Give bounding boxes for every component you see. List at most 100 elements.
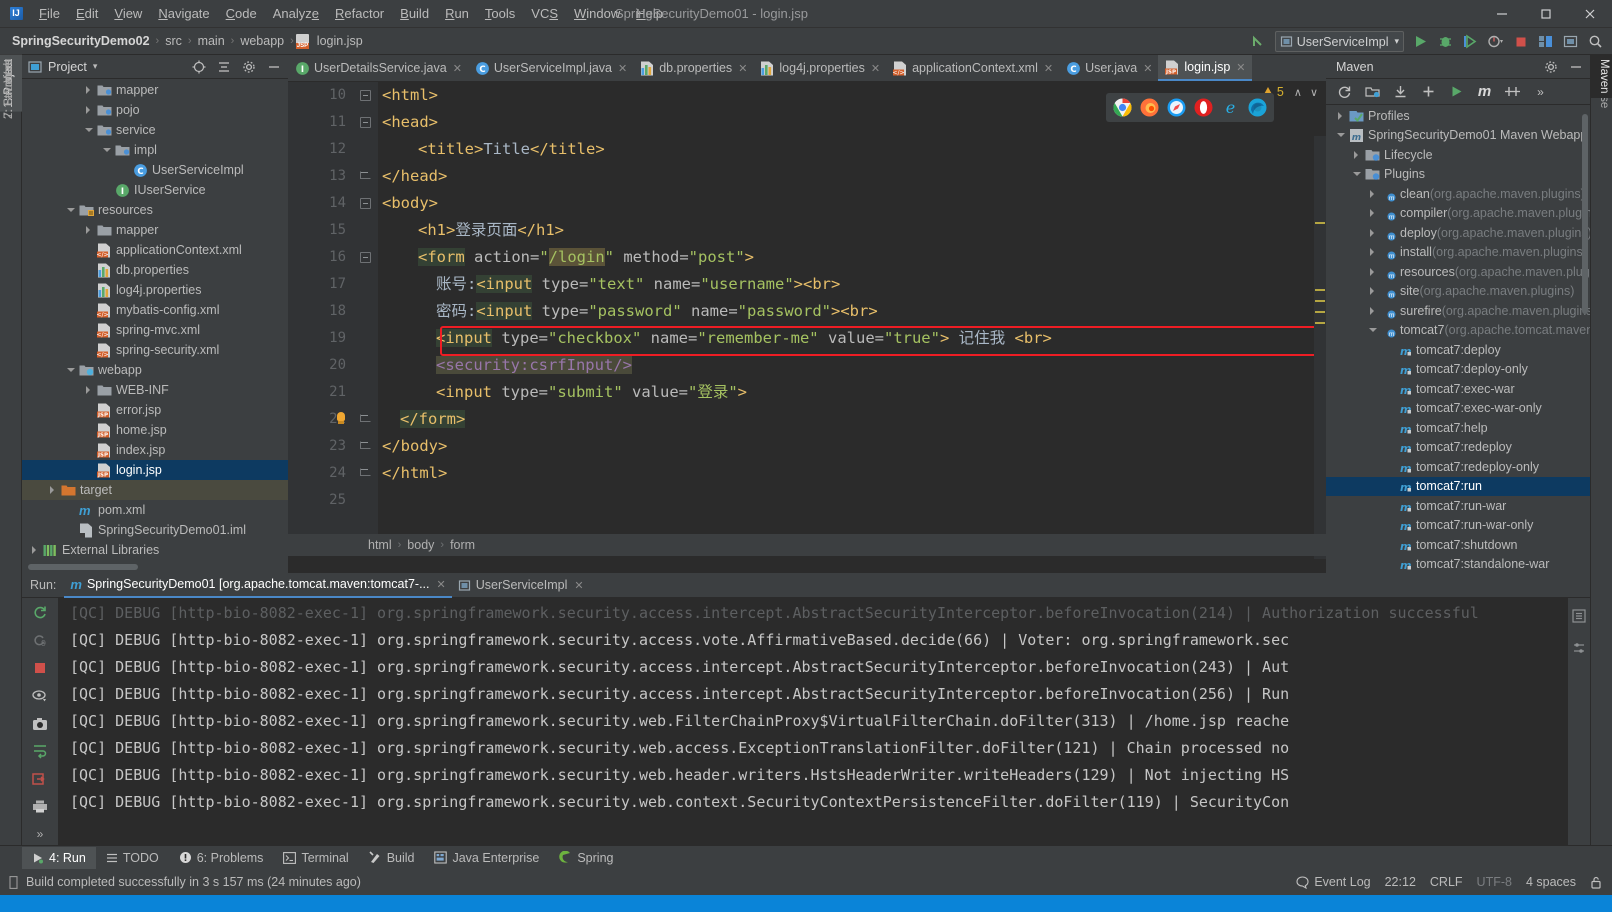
code-line[interactable]: <form action="/login" method="post"> — [378, 244, 1326, 271]
project-tree-item-log4j-properties[interactable]: log4j.properties — [22, 280, 288, 300]
error-stripe-marker-bar[interactable] — [1314, 136, 1326, 572]
editor-tab-login-jsp[interactable]: JSP login.jsp ✕ — [1158, 55, 1252, 81]
maven-tree-item-tomcat7-run-war-only[interactable]: m tomcat7:run-war-only — [1326, 516, 1590, 536]
project-tree-item-iuserservice[interactable]: I IUserService — [22, 180, 288, 200]
maven-tree-item-tomcat7-deploy[interactable]: m tomcat7:deploy — [1326, 340, 1590, 360]
filter-icon[interactable] — [28, 685, 52, 708]
file-encoding[interactable]: UTF-8 — [1477, 875, 1512, 889]
editor-tab-userdetailsservice-java[interactable]: I UserDetailsService.java ✕ — [288, 55, 468, 81]
project-tree-item-home-jsp[interactable]: JSP home.jsp — [22, 420, 288, 440]
editor-breadcrumb-form[interactable]: form — [450, 538, 475, 552]
project-tree-item-mybatis-config-xml[interactable]: </> mybatis-config.xml — [22, 300, 288, 320]
code-line[interactable]: </body> — [378, 433, 1326, 460]
code-editor[interactable]: 10 11 12 13 14 15 16 17 18 19 20 21 22 23 24 25 <html> <… — [288, 82, 1333, 572]
more-icon[interactable]: » — [28, 823, 52, 846]
minimize-button[interactable] — [1480, 0, 1524, 28]
maven-tree-item-profiles[interactable]: Profiles — [1326, 106, 1590, 126]
bottom-tab-build[interactable]: Build — [359, 847, 425, 869]
editor-breadcrumb-bar[interactable]: html › body › form — [288, 534, 1326, 556]
menu-item-vcs[interactable]: VCS — [523, 3, 566, 24]
stop-button[interactable] — [1508, 30, 1533, 53]
close-icon[interactable]: ✕ — [1044, 62, 1053, 75]
code-line[interactable]: <title>Title</title> — [378, 136, 1326, 163]
menu-item-run[interactable]: Run — [437, 3, 477, 24]
edge-icon[interactable] — [1248, 98, 1267, 117]
bottom-tab-terminal[interactable]: Terminal — [273, 847, 358, 869]
code-fold-toggle[interactable] — [360, 441, 371, 449]
maven-tree-item-tomcat7-exec-war-only[interactable]: m tomcat7:exec-war-only — [1326, 399, 1590, 419]
chevron-right-icon[interactable] — [84, 225, 95, 236]
maven-tree-item-tomcat7-standalone-war[interactable]: m tomcat7:standalone-war — [1326, 555, 1590, 574]
reimport-icon[interactable] — [1332, 80, 1357, 103]
code-fold-toggle[interactable] — [360, 252, 371, 263]
project-tree-item-pojo[interactable]: pojo — [22, 100, 288, 120]
project-tree-item-pom-xml[interactable]: m pom.xml — [22, 500, 288, 520]
menu-item-build[interactable]: Build — [392, 3, 437, 24]
maven-tree-item-deploy[interactable]: m deploy (org.apache.maven.plugins) — [1326, 223, 1590, 243]
code-fold-toggle[interactable] — [360, 414, 371, 422]
close-icon[interactable]: ✕ — [738, 62, 747, 75]
code-line[interactable]: 密码:<input type="password" name="password… — [378, 298, 1326, 325]
project-tree-item-mapper[interactable]: mapper — [22, 80, 288, 100]
code-line[interactable]: </html> — [378, 460, 1326, 487]
window-controls[interactable] — [1480, 0, 1612, 28]
menu-item-tools[interactable]: Tools — [477, 3, 523, 24]
menu-item-edit[interactable]: Edit — [68, 3, 106, 24]
close-icon[interactable]: ✕ — [574, 579, 583, 592]
run-tab-userserviceimpl[interactable]: UserServiceImpl ✕ — [452, 573, 590, 598]
intention-bulb-icon[interactable] — [334, 412, 348, 426]
code-fold-toggle[interactable] — [360, 117, 371, 128]
run-configuration-selector[interactable]: UserServiceImpl ▾ — [1274, 31, 1404, 52]
safari-icon[interactable] — [1167, 98, 1186, 117]
maven-tree-item-tomcat7-redeploy-only[interactable]: m tomcat7:redeploy-only — [1326, 457, 1590, 477]
code-line[interactable]: </form> — [378, 406, 1326, 433]
rerun-icon[interactable] — [28, 602, 52, 625]
screenshot-icon[interactable] — [28, 712, 52, 735]
menu-bar[interactable]: File Edit View Navigate Code Analyze Ref… — [31, 0, 671, 28]
run-tab-bar[interactable]: Run: m SpringSecurityDemo01 [org.apache.… — [22, 573, 1590, 598]
code-fold-toggle[interactable] — [360, 171, 371, 179]
chevron-down-icon[interactable] — [84, 125, 95, 136]
code-line[interactable] — [378, 487, 1326, 514]
project-horizontal-scrollbar[interactable] — [22, 560, 288, 573]
maven-tree-item-plugins[interactable]: Plugins — [1326, 165, 1590, 185]
soft-wrap-icon[interactable] — [28, 740, 52, 763]
profiler-button[interactable] — [1483, 30, 1508, 53]
editor-tab-user-java[interactable]: C User.java ✕ — [1059, 55, 1158, 81]
menu-item-code[interactable]: Code — [218, 3, 265, 24]
code-line[interactable]: <h1>登录页面</h1> — [378, 217, 1326, 244]
project-tree-item-mapper[interactable]: mapper — [22, 220, 288, 240]
close-icon[interactable]: ✕ — [1143, 62, 1152, 75]
indent-setting[interactable]: 4 spaces — [1526, 875, 1576, 889]
chevron-down-icon[interactable] — [1352, 169, 1363, 180]
project-tree-item-external-libraries[interactable]: External Libraries — [22, 540, 288, 559]
run-tab-springsecuritydemo01[interactable]: m SpringSecurityDemo01 [org.apache.tomca… — [64, 573, 452, 598]
code-line[interactable]: 账号:<input type="text" name="username"><b… — [378, 271, 1326, 298]
breadcrumb[interactable]: SpringSecurityDemo02 › src › main › weba… — [8, 33, 367, 49]
caret-position[interactable]: 22:12 — [1385, 875, 1416, 889]
project-tree-item-impl[interactable]: impl — [22, 140, 288, 160]
toggle-skip-tests-icon[interactable] — [1500, 80, 1525, 103]
bottom-tab-spring[interactable]: Spring — [549, 847, 623, 869]
previous-problem-icon[interactable]: ∧ — [1294, 86, 1302, 99]
browser-preview-toolbar[interactable]: e — [1106, 93, 1274, 122]
project-tree-item-userserviceimpl[interactable]: C UserServiceImpl — [22, 160, 288, 180]
editor-breadcrumb-body[interactable]: body — [407, 538, 434, 552]
maven-tree[interactable]: Profiles m SpringSecurityDemo01 Maven Weba… — [1326, 106, 1590, 573]
scroll-from-source-button[interactable] — [186, 55, 211, 78]
maven-vertical-scrollbar[interactable] — [1582, 114, 1588, 314]
code-line[interactable]: <input type="checkbox" name="remember-me… — [378, 325, 1326, 352]
close-icon[interactable]: ✕ — [453, 62, 462, 75]
close-icon[interactable]: ✕ — [871, 62, 880, 75]
maven-tree-item-install[interactable]: m install (org.apache.maven.plugins) — [1326, 243, 1590, 263]
gear-icon[interactable] — [236, 55, 261, 78]
code-line[interactable]: </head> — [378, 163, 1326, 190]
menu-item-navigate[interactable]: Navigate — [150, 3, 217, 24]
maven-tree-item-clean[interactable]: m clean (org.apache.maven.plugins) — [1326, 184, 1590, 204]
menu-item-refactor[interactable]: Refactor — [327, 3, 392, 24]
scroll-to-end-icon[interactable] — [28, 767, 52, 790]
run-with-coverage-button[interactable] — [1458, 30, 1483, 53]
chevron-down-icon[interactable] — [1336, 130, 1347, 141]
rerun-failed-icon[interactable]: 9 — [28, 630, 52, 653]
chevron-down-icon[interactable] — [102, 145, 113, 156]
